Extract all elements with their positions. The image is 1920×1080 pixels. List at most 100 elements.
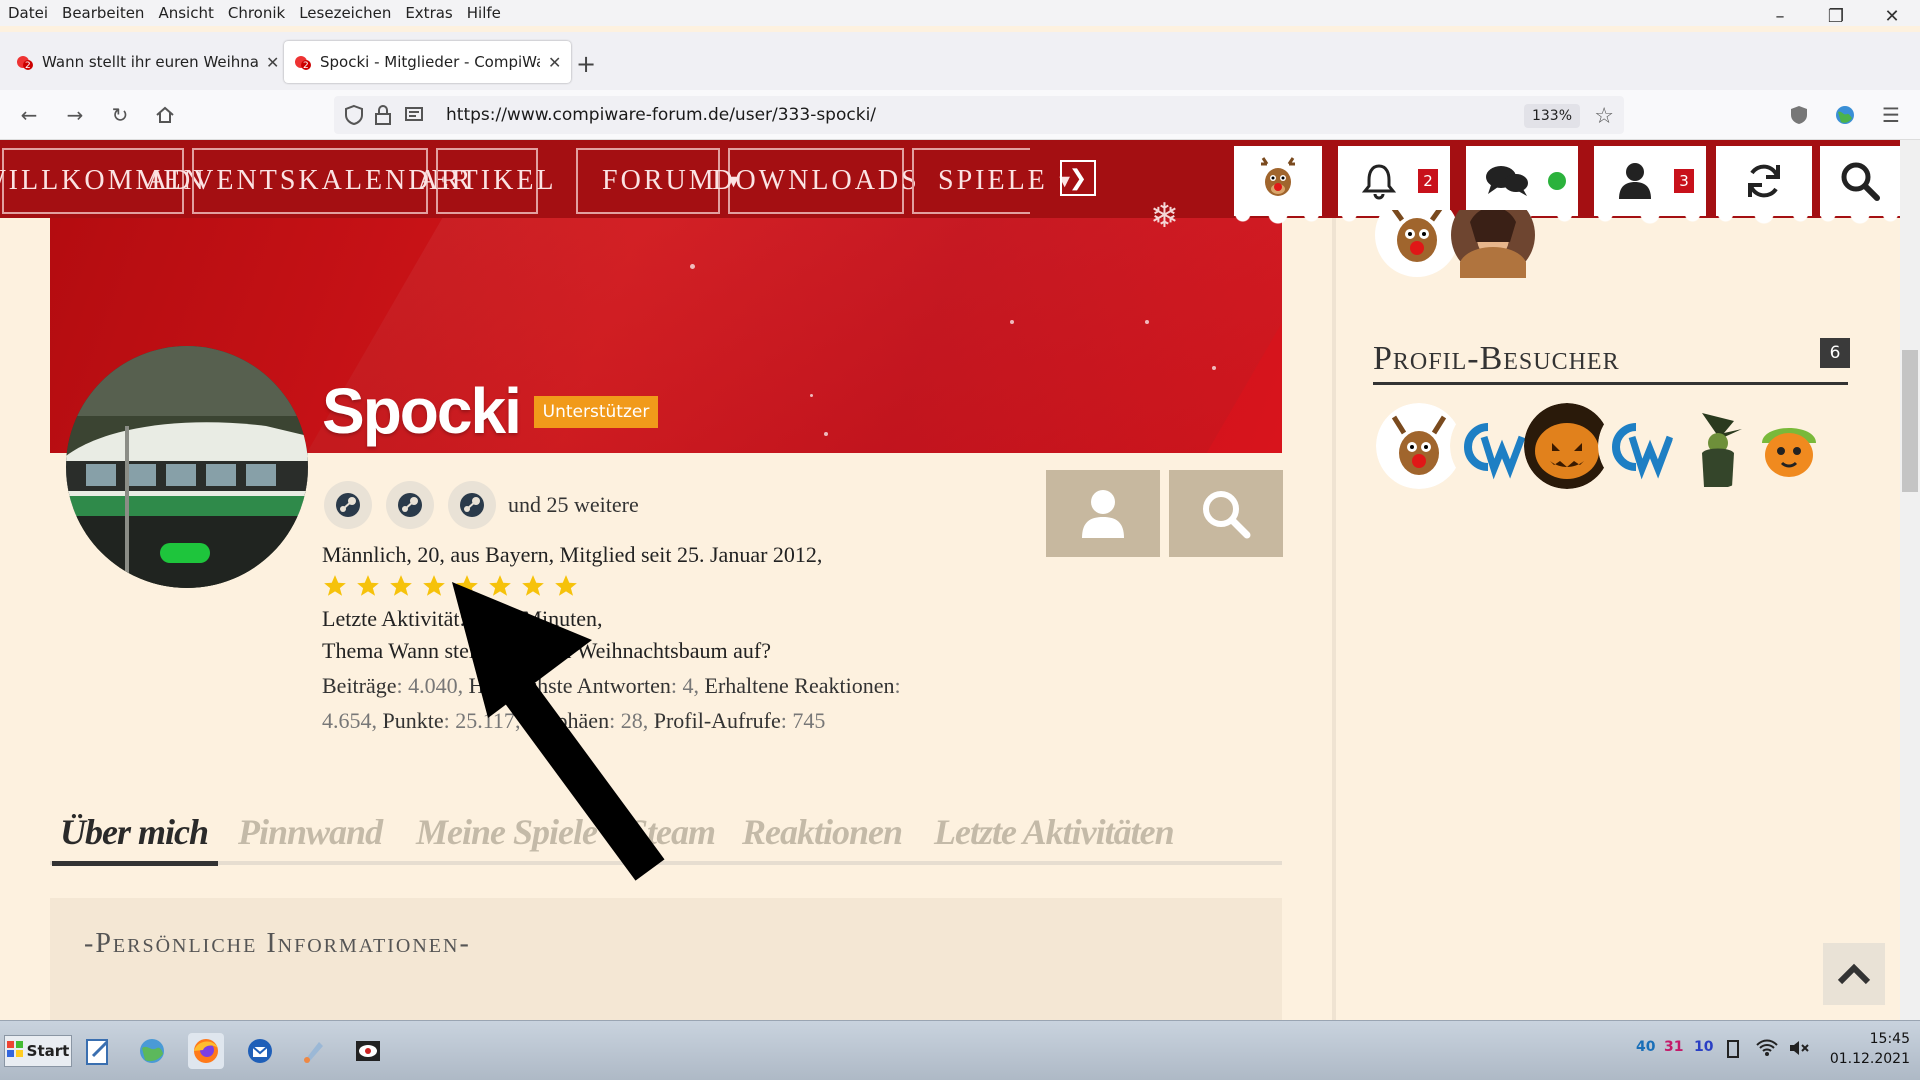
tab-pinnwand[interactable]: Pinnwand [238, 811, 383, 853]
start-button[interactable]: Start [4, 1035, 72, 1067]
home-icon[interactable] [150, 100, 180, 130]
star-icon [423, 575, 445, 596]
nav-forum[interactable]: Forum ▼ [576, 148, 742, 214]
reload-icon[interactable]: ↻ [105, 100, 135, 130]
nav-downloads[interactable]: Downloads [712, 148, 917, 214]
game-icon[interactable] [448, 481, 496, 529]
thunderbird-taskbar-icon[interactable] [242, 1033, 278, 1069]
paint-taskbar-icon[interactable] [296, 1033, 332, 1069]
reindeer-avatar-image [1375, 210, 1459, 277]
trophies-value[interactable]: 28 [621, 708, 643, 733]
tab-spocki-profile[interactable]: 2 Spocki - Mitglieder - CompiWa ✕ [284, 41, 572, 83]
tray-icon-3[interactable]: 10 [1694, 1039, 1713, 1055]
game-icon[interactable] [386, 481, 434, 529]
user-menu-button[interactable]: 3 [1594, 146, 1706, 228]
menu-extras[interactable]: Extras [405, 4, 452, 22]
firefox-taskbar-icon[interactable] [188, 1033, 224, 1069]
nav-spiele-label: Spiele [938, 165, 1048, 196]
top-reindeer-avatar[interactable] [1374, 210, 1460, 278]
new-tab-icon[interactable]: + [576, 50, 596, 78]
taskbar: Start 40 31 10 15:45 01.12.2021 [0, 1020, 1920, 1080]
restore-icon[interactable]: ❐ [1808, 0, 1864, 32]
tab-reaktionen[interactable]: Reaktionen [742, 811, 903, 853]
chevron-up-icon [1837, 963, 1871, 985]
explorer-taskbar-icon[interactable] [134, 1033, 170, 1069]
rating-stars [322, 573, 579, 599]
posts-value[interactable]: 4.040 [408, 673, 458, 698]
shield-icon[interactable] [344, 104, 364, 130]
menu-hilfe[interactable]: Hilfe [467, 4, 501, 22]
ublock-icon[interactable] [1784, 100, 1814, 130]
tab-close-icon[interactable]: ✕ [548, 53, 561, 72]
scrollbar-thumb[interactable] [1902, 350, 1918, 492]
compiware-favicon-icon: 2 [294, 53, 312, 71]
reader-view-icon[interactable] [404, 105, 424, 129]
menu-ansicht[interactable]: Ansicht [158, 4, 213, 22]
thread-link[interactable]: Wann stellt ihr euren Weihnachtsbaum auf… [388, 638, 771, 663]
wifi-icon[interactable] [1756, 1039, 1778, 1061]
forward-icon[interactable]: → [60, 100, 90, 130]
sidebar-divider [1332, 218, 1336, 1020]
nav-artikel[interactable]: Artikel [417, 148, 554, 214]
scroll-to-top-button[interactable] [1823, 943, 1885, 1005]
volume-muted-icon[interactable] [1788, 1039, 1810, 1061]
bookmark-star-icon[interactable]: ☆ [1594, 104, 1614, 129]
image-viewer-taskbar-icon[interactable] [350, 1033, 386, 1069]
search-button[interactable] [1820, 146, 1900, 228]
lock-icon[interactable] [374, 104, 392, 130]
nav-spiele[interactable]: Spiele ▼ [912, 148, 1074, 214]
top-fantasy-avatar[interactable] [1450, 210, 1536, 278]
apple-character-avatar-image [1746, 403, 1832, 489]
zoom-level[interactable]: 133% [1523, 104, 1580, 128]
tab-steam[interactable]: Steam [628, 811, 716, 853]
page-scrollbar[interactable] [1900, 140, 1920, 1020]
snowflake [810, 394, 813, 397]
close-window-icon[interactable]: ✕ [1864, 0, 1920, 32]
follow-user-button[interactable] [1046, 470, 1160, 557]
chevron-right-icon: ❯ [1068, 165, 1088, 191]
active-tab-indicator [52, 861, 218, 866]
tab-meine-spiele[interactable]: Meine Spiele [416, 811, 598, 853]
tab-letzte-aktivitaeten[interactable]: Letzte Aktivitäten [934, 811, 1175, 853]
menu-bar: Datei Bearbeiten Ansicht Chronik Lesezei… [0, 0, 1920, 26]
minimize-icon[interactable]: – [1752, 0, 1808, 32]
last-thread: Thema Wann stellt ihr euren Weihnachtsba… [322, 638, 771, 664]
game-icon[interactable] [324, 481, 372, 529]
tab-close-icon[interactable]: ✕ [266, 53, 279, 72]
user-icon [1619, 163, 1651, 199]
usb-device-icon[interactable] [1726, 1039, 1740, 1063]
conversations-button[interactable] [1466, 146, 1578, 228]
notifications-button[interactable]: 2 [1338, 146, 1450, 228]
more-games-link[interactable]: und 25 weitere [508, 492, 639, 518]
search-icon [1841, 162, 1880, 201]
nav-adventskalender[interactable]: Adventskalender [147, 148, 470, 214]
url-text[interactable]: https://www.compiware-forum.de/user/333-… [446, 105, 876, 125]
nav-scroll-next-button[interactable]: ❯ [1060, 160, 1096, 196]
profile-stats-line-1: Beiträge: 4.040, Hilfreichste Antworten:… [322, 673, 901, 698]
search-user-content-button[interactable] [1169, 470, 1283, 557]
back-icon[interactable]: ← [14, 100, 44, 130]
menu-bearbeiten[interactable]: Bearbeiten [62, 4, 144, 22]
site-navigation: Willkommen Adventskalender Artikel Forum… [0, 140, 1900, 236]
snowflake [1010, 320, 1014, 324]
profile-views-label: Profil-Aufrufe [653, 708, 781, 733]
svg-text:2: 2 [303, 61, 309, 71]
refresh-button[interactable] [1716, 146, 1812, 228]
theme-reindeer-button[interactable] [1234, 146, 1322, 228]
section-title: -Persönliche Informationen- [84, 928, 471, 959]
tab-ueber-mich[interactable]: Über mich [60, 811, 209, 853]
url-bar[interactable]: https://www.compiware-forum.de/user/333-… [334, 96, 1624, 134]
menu-datei[interactable]: Datei [8, 4, 48, 22]
hamburger-menu-icon[interactable]: ☰ [1876, 100, 1906, 130]
search-icon [1203, 490, 1251, 538]
menu-lesezeichen[interactable]: Lesezeichen [299, 4, 391, 22]
tab-weihnachtsbaum[interactable]: 2 Wann stellt ihr euren Weihnacht ✕ [6, 41, 289, 83]
notepad-taskbar-icon[interactable] [80, 1033, 116, 1069]
visitor-avatar-apple[interactable] [1746, 403, 1832, 489]
reactions-value[interactable]: 4.654 [322, 708, 372, 733]
tray-icon-1[interactable]: 40 [1636, 1039, 1655, 1055]
extension-globe-icon[interactable] [1830, 100, 1860, 130]
tray-icon-2[interactable]: 31 [1664, 1039, 1683, 1055]
system-clock[interactable]: 15:45 01.12.2021 [1820, 1029, 1910, 1069]
menu-chronik[interactable]: Chronik [228, 4, 285, 22]
